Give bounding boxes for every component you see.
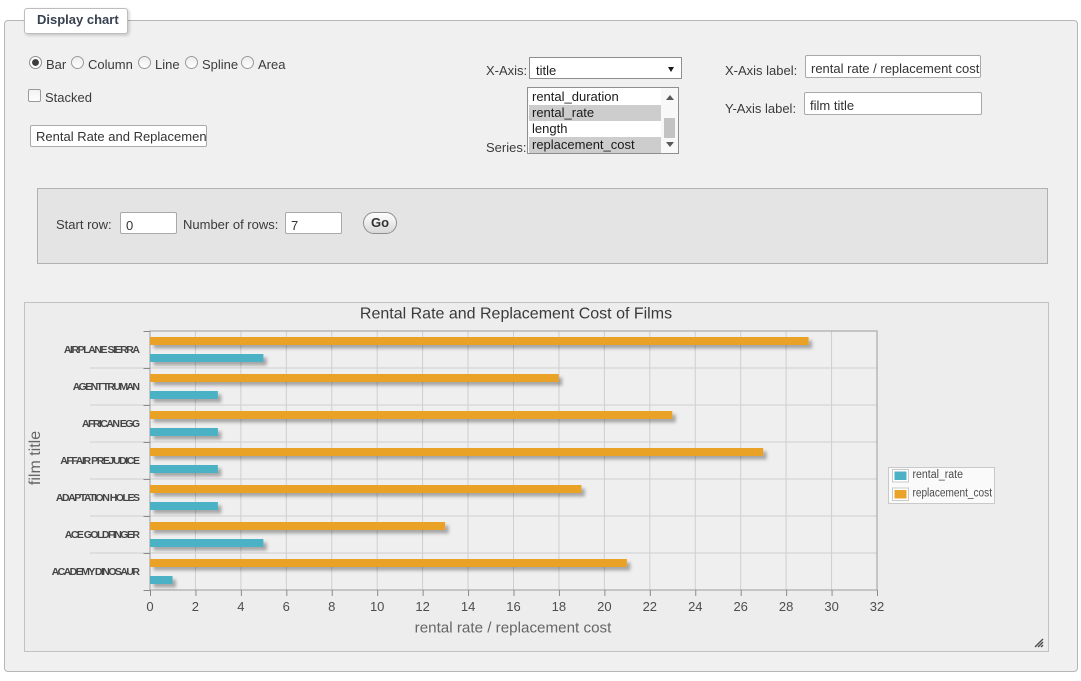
svg-text:AGENT TRUMAN: AGENT TRUMAN xyxy=(73,381,140,393)
svg-text:4: 4 xyxy=(237,599,244,614)
svg-text:film title: film title xyxy=(27,431,44,485)
svg-text:ADAPTATION HOLES: ADAPTATION HOLES xyxy=(56,492,140,504)
svg-text:AFFAIR PREJUDICE: AFFAIR PREJUDICE xyxy=(60,455,140,467)
svg-text:ACE GOLDFINGER: ACE GOLDFINGER xyxy=(65,529,141,541)
svg-text:18: 18 xyxy=(552,599,566,614)
svg-text:16: 16 xyxy=(506,599,520,614)
svg-text:0: 0 xyxy=(146,599,153,614)
svg-text:replacement_cost: replacement_cost xyxy=(913,488,993,500)
svg-text:22: 22 xyxy=(643,599,657,614)
svg-text:32: 32 xyxy=(870,599,884,614)
svg-text:26: 26 xyxy=(733,599,747,614)
svg-text:Rental Rate and Replacement Co: Rental Rate and Replacement Cost of Film… xyxy=(360,306,672,323)
svg-text:24: 24 xyxy=(688,599,702,614)
svg-text:6: 6 xyxy=(283,599,290,614)
svg-text:rental_rate: rental_rate xyxy=(913,469,964,481)
svg-text:8: 8 xyxy=(328,599,335,614)
svg-text:2: 2 xyxy=(192,599,199,614)
svg-text:10: 10 xyxy=(370,599,384,614)
svg-text:AIRPLANE SIERRA: AIRPLANE SIERRA xyxy=(64,344,141,356)
svg-text:20: 20 xyxy=(597,599,611,614)
svg-text:AFRICAN EGG: AFRICAN EGG xyxy=(82,418,140,430)
svg-text:ACADEMY DINOSAUR: ACADEMY DINOSAUR xyxy=(52,566,141,578)
svg-text:rental rate / replacement cost: rental rate / replacement cost xyxy=(415,620,612,637)
svg-text:12: 12 xyxy=(415,599,429,614)
svg-text:30: 30 xyxy=(824,599,838,614)
svg-text:28: 28 xyxy=(779,599,793,614)
svg-text:14: 14 xyxy=(461,599,475,614)
